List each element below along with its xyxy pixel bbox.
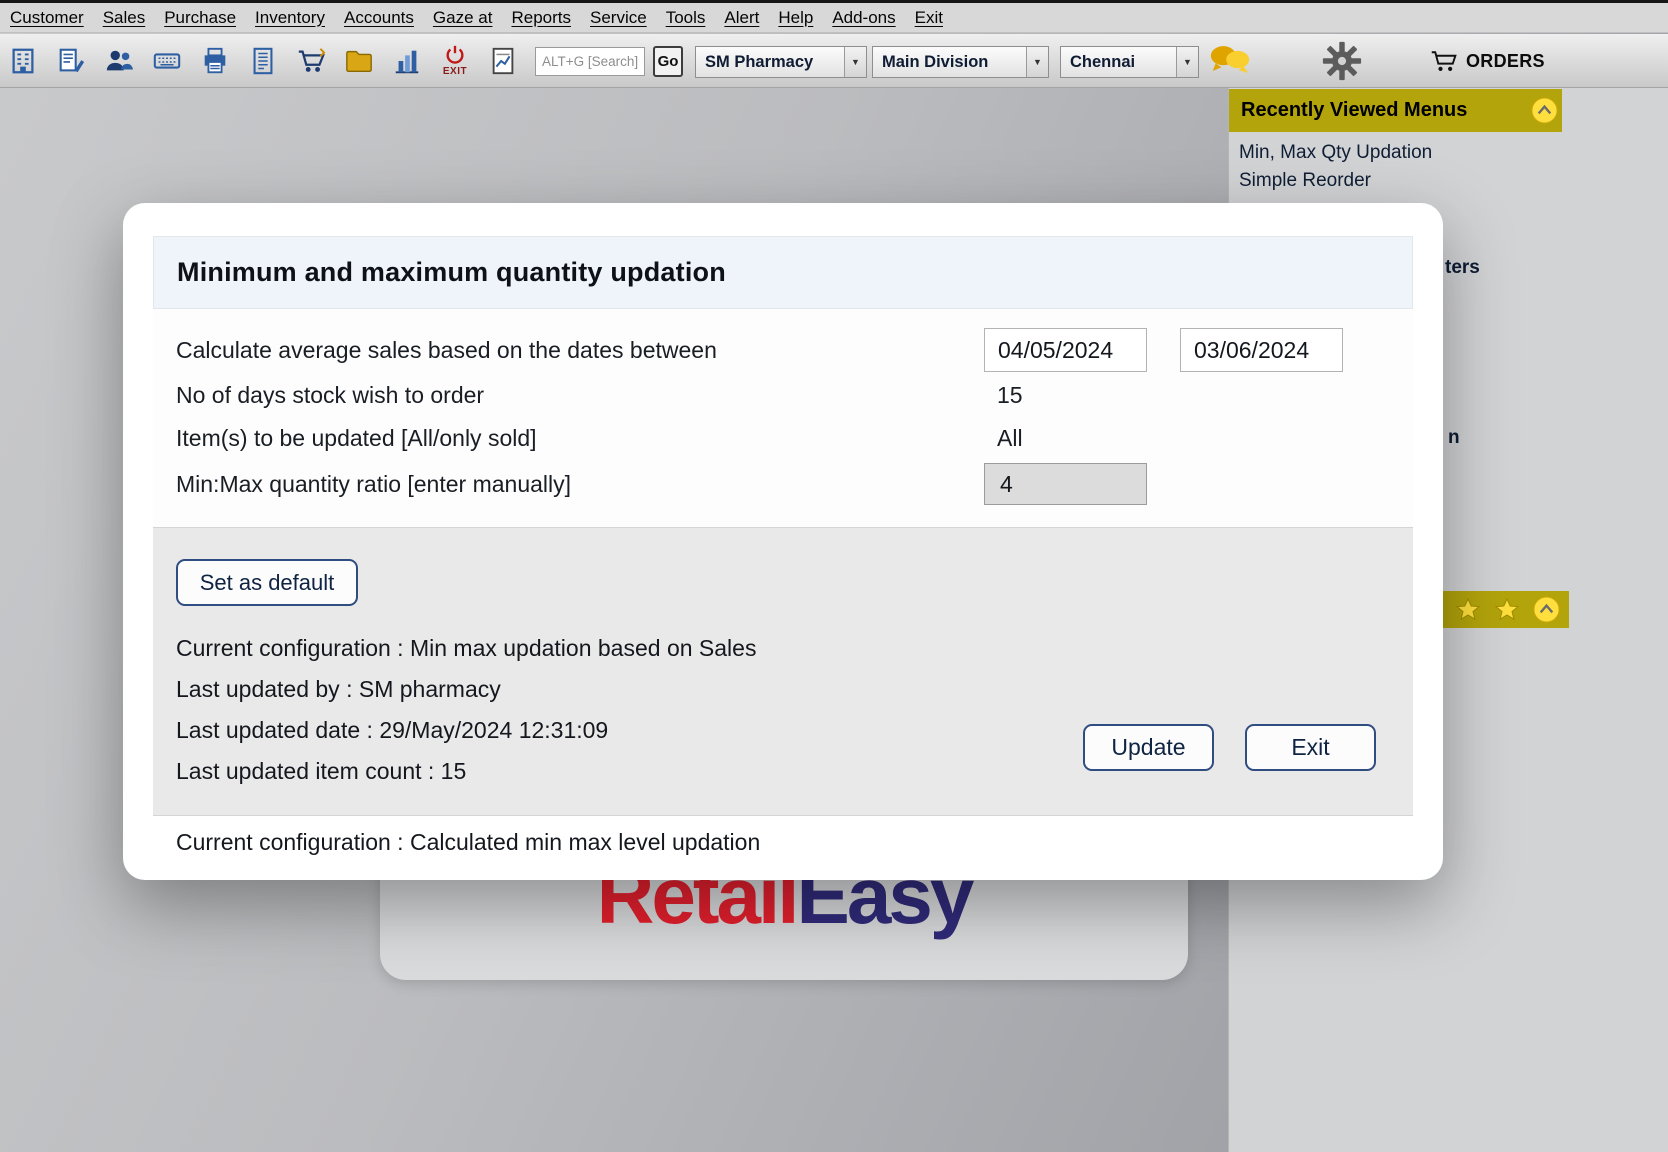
- set-as-default-button[interactable]: Set as default: [176, 559, 358, 606]
- chevron-down-icon[interactable]: ▼: [1176, 47, 1198, 77]
- menu-item-purchase[interactable]: Purchase: [164, 8, 236, 28]
- chevron-up-circle-icon[interactable]: [1533, 596, 1560, 623]
- dialog-fields: Calculate average sales based on the dat…: [153, 309, 1413, 527]
- ratio-input[interactable]: [984, 463, 1147, 505]
- company-icon[interactable]: [6, 39, 40, 83]
- sidebar-item-simple-reorder[interactable]: Simple Reorder: [1239, 170, 1432, 192]
- menu-item-service[interactable]: Service: [590, 8, 647, 28]
- menu-item-sales[interactable]: Sales: [103, 8, 146, 28]
- dialog-title: Minimum and maximum quantity updation: [177, 257, 726, 288]
- days-label: No of days stock wish to order: [176, 382, 984, 409]
- date-from-input[interactable]: [984, 328, 1147, 372]
- customers-icon[interactable]: [102, 39, 136, 83]
- collapse-button[interactable]: [1531, 97, 1558, 129]
- menu-item-exit[interactable]: Exit: [915, 8, 943, 28]
- dialog-config-section: Set as default Current configuration : M…: [153, 528, 1413, 815]
- sales-cart-icon[interactable]: [294, 39, 328, 83]
- gear-icon[interactable]: [1322, 41, 1362, 86]
- minmax-dialog: Minimum and maximum quantity updation Ca…: [123, 203, 1443, 880]
- menu-item-alert[interactable]: Alert: [724, 8, 759, 28]
- menu-item-tools[interactable]: Tools: [666, 8, 706, 28]
- sidebar-item-min-max-qty-updation[interactable]: Min, Max Qty Updation: [1239, 142, 1432, 164]
- menu-item-gaze-at[interactable]: Gaze at: [433, 8, 493, 28]
- chevron-up-icon: [1531, 97, 1558, 124]
- go-button[interactable]: Go: [653, 46, 683, 77]
- recently-viewed-header: Recently Viewed Menus: [1229, 89, 1562, 132]
- keyboard-icon[interactable]: [150, 39, 184, 83]
- printer-icon[interactable]: [198, 39, 232, 83]
- document-icon[interactable]: [246, 39, 280, 83]
- orders-button[interactable]: ORDERS: [1430, 49, 1545, 73]
- chevron-down-icon[interactable]: ▼: [1026, 47, 1048, 77]
- dialog-header: Minimum and maximum quantity updation: [153, 236, 1413, 309]
- chat-bubbles-icon[interactable]: [1208, 43, 1252, 83]
- menu-item-customer[interactable]: Customer: [10, 8, 84, 28]
- sidebar-item-partial[interactable]: n: [1448, 427, 1460, 449]
- toolbar: EXIT Go SM Pharmacy ▼ Main Division ▼ Ch…: [0, 34, 1668, 88]
- field-row-dates: Calculate average sales based on the dat…: [176, 326, 1390, 374]
- division-dropdown-value: Main Division: [873, 47, 1026, 77]
- items-value: All: [984, 425, 1023, 452]
- update-button[interactable]: Update: [1083, 724, 1214, 771]
- menu-item-reports[interactable]: Reports: [511, 8, 571, 28]
- date-to-input[interactable]: [1180, 328, 1343, 372]
- menu-bar: Customer Sales Purchase Inventory Accoun…: [0, 3, 1668, 33]
- report-icon[interactable]: [486, 39, 520, 83]
- menu-item-help[interactable]: Help: [778, 8, 813, 28]
- toolbar-icon-group: EXIT: [6, 34, 520, 87]
- chevron-down-icon[interactable]: ▼: [844, 47, 866, 77]
- search-input[interactable]: [535, 47, 645, 76]
- field-row-days: No of days stock wish to order 15: [176, 374, 1390, 417]
- company-dropdown[interactable]: SM Pharmacy ▼: [695, 46, 867, 78]
- ratio-label: Min:Max quantity ratio [enter manually]: [176, 471, 984, 498]
- recently-viewed-list: Min, Max Qty Updation Simple Reorder: [1239, 142, 1432, 192]
- exit-power-icon[interactable]: EXIT: [438, 39, 472, 83]
- menu-item-accounts[interactable]: Accounts: [344, 8, 414, 28]
- dialog-footer-line: Current configuration : Calculated min m…: [153, 816, 1413, 869]
- orders-label: ORDERS: [1466, 51, 1545, 72]
- exit-label: EXIT: [443, 66, 467, 77]
- favorite-star-icon[interactable]: [1455, 597, 1481, 623]
- current-config-line: Current configuration : Min max updation…: [176, 628, 1390, 669]
- favorite-star-icon[interactable]: [1494, 597, 1520, 623]
- exit-button[interactable]: Exit: [1245, 724, 1376, 771]
- field-row-items: Item(s) to be updated [All/only sold] Al…: [176, 417, 1390, 460]
- folder-icon[interactable]: [342, 39, 376, 83]
- division-dropdown[interactable]: Main Division ▼: [872, 46, 1049, 78]
- menu-item-add-ons[interactable]: Add-ons: [832, 8, 895, 28]
- recently-viewed-title: Recently Viewed Menus: [1241, 99, 1467, 122]
- location-dropdown-value: Chennai: [1061, 47, 1176, 77]
- last-updated-by-line: Last updated by : SM pharmacy: [176, 669, 1390, 710]
- items-label: Item(s) to be updated [All/only sold]: [176, 425, 984, 452]
- company-dropdown-value: SM Pharmacy: [696, 47, 844, 77]
- dates-label: Calculate average sales based on the dat…: [176, 337, 984, 364]
- location-dropdown[interactable]: Chennai ▼: [1060, 46, 1199, 78]
- menu-item-inventory[interactable]: Inventory: [255, 8, 325, 28]
- cart-icon: [1430, 49, 1458, 73]
- field-row-ratio: Min:Max quantity ratio [enter manually]: [176, 460, 1390, 508]
- chart-icon[interactable]: [390, 39, 424, 83]
- sidebar-item-partial[interactable]: ters: [1445, 257, 1480, 279]
- billing-icon[interactable]: [54, 39, 88, 83]
- days-value: 15: [984, 382, 1023, 409]
